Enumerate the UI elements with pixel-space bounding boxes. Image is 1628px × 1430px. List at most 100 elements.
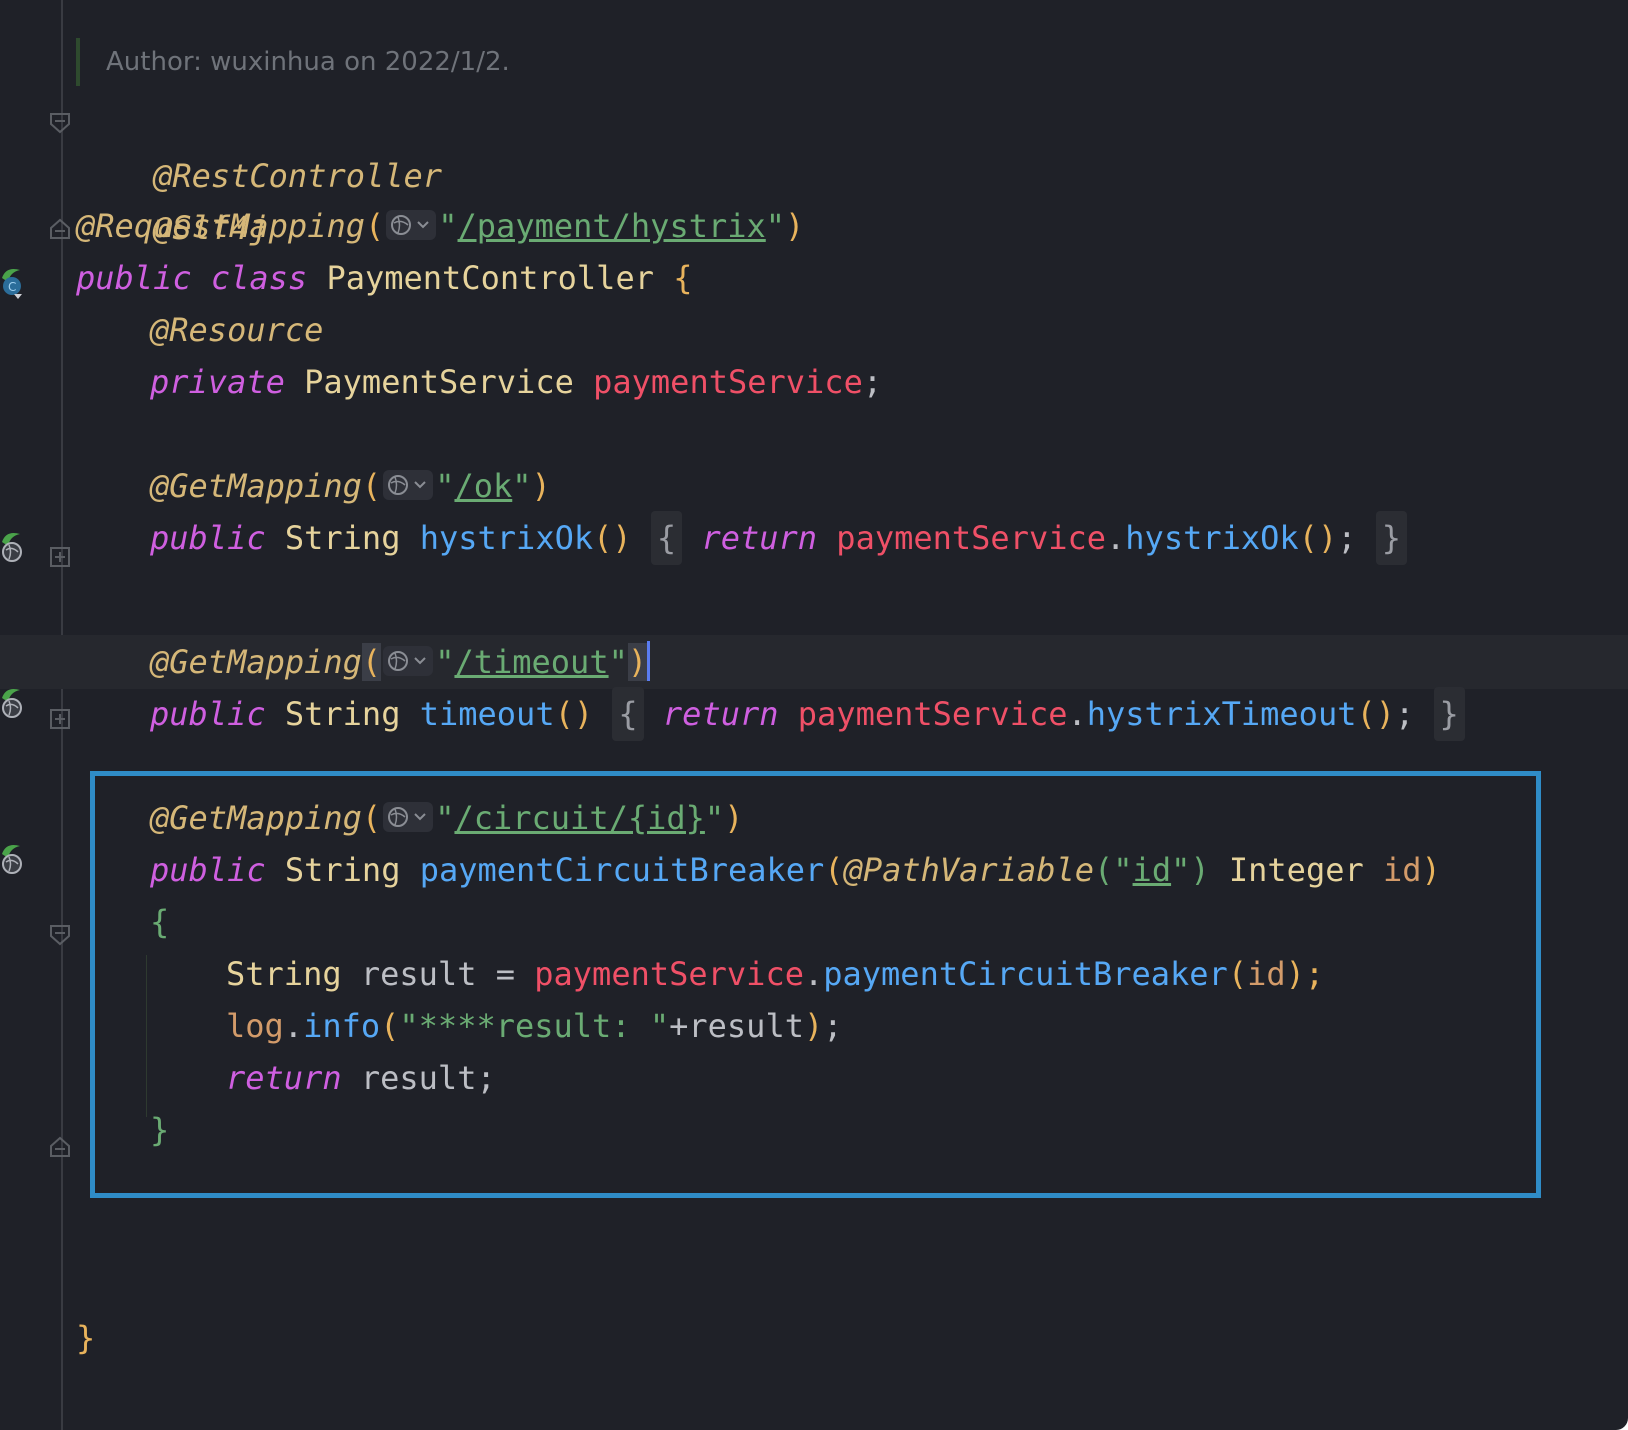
folded-brace[interactable]: }: [1433, 687, 1465, 741]
code-line[interactable]: String result = paymentService.paymentCi…: [226, 947, 1324, 1001]
svg-text:C: C: [8, 280, 16, 294]
type-name: Integer: [1228, 851, 1364, 889]
quote: ": [435, 799, 455, 837]
fold-collapse-icon[interactable]: [49, 218, 71, 240]
annotation: @PathVariable: [843, 851, 1095, 889]
web-endpoint-icon[interactable]: [0, 686, 28, 722]
fold-collapse-icon[interactable]: [49, 924, 71, 946]
url-path-link[interactable]: /ok: [454, 467, 512, 505]
web-endpoint-icon[interactable]: [0, 842, 28, 878]
dot: .: [283, 1007, 304, 1045]
variable-name: result: [360, 955, 477, 993]
dot: .: [1106, 519, 1126, 557]
paren: ): [1190, 851, 1210, 889]
code-line[interactable]: public class PaymentController {: [76, 251, 693, 305]
paren: (): [593, 519, 632, 557]
indent-guide: [146, 955, 147, 1117]
paren: ): [531, 467, 551, 505]
code-line[interactable]: public String paymentCircuitBreaker(@Pat…: [150, 843, 1441, 897]
semicolon: ;: [823, 1007, 843, 1045]
brace: {: [673, 259, 693, 297]
code-line[interactable]: @GetMapping("/timeout"): [150, 635, 651, 689]
string-literal: "****result: ": [399, 1007, 670, 1045]
type-name: String: [284, 695, 401, 733]
class-name: PaymentController: [326, 259, 654, 297]
type-name: String: [284, 519, 401, 557]
code-line[interactable]: {: [150, 895, 169, 949]
code-line[interactable]: }: [150, 1103, 169, 1157]
quote: ": [512, 467, 532, 505]
paren: ): [724, 799, 744, 837]
code-line[interactable]: public String hystrixOk() { return payme…: [150, 511, 1407, 565]
semicolon: ;: [476, 1059, 496, 1097]
code-line[interactable]: @GetMapping("/circuit/{id}"): [150, 791, 743, 845]
paren: (: [1094, 851, 1114, 889]
code-line[interactable]: return result;: [226, 1051, 496, 1105]
paren: (: [361, 799, 382, 837]
keyword: return: [662, 695, 779, 733]
quote: ": [438, 207, 458, 245]
keyword: public: [150, 851, 266, 889]
quote: ": [1113, 851, 1133, 889]
code-editor[interactable]: { "editor": { "author_comment": "Author:…: [0, 0, 1628, 1430]
folded-brace[interactable]: }: [1375, 511, 1407, 565]
code-line[interactable]: log.info("****result: "+result);: [226, 999, 843, 1053]
method-name: hystrixTimeout: [1086, 695, 1357, 733]
method-name: info: [303, 1007, 381, 1045]
url-path-link[interactable]: /timeout: [454, 643, 608, 681]
code-line[interactable]: @RequestMapping("/payment/hystrix"): [76, 199, 804, 253]
method-name: timeout: [419, 695, 555, 733]
code-line[interactable]: @GetMapping("/ok"): [150, 459, 551, 513]
parameter-name: id: [1383, 851, 1422, 889]
paren: (: [824, 851, 844, 889]
fold-expand-icon[interactable]: [49, 546, 71, 568]
paren: (): [1356, 695, 1395, 733]
fold-expand-icon[interactable]: [49, 708, 71, 730]
method-name: hystrixOk: [419, 519, 594, 557]
paren: );: [1285, 955, 1325, 993]
fold-collapse-icon[interactable]: [49, 112, 71, 134]
quote: ": [435, 467, 455, 505]
keyword: public: [76, 259, 192, 297]
quote: ": [608, 643, 628, 681]
code-line[interactable]: @Slf4j: [76, 147, 269, 247]
semicolon: ;: [862, 363, 883, 401]
keyword: private: [150, 363, 285, 401]
folded-brace[interactable]: {: [650, 511, 683, 565]
globe-dropdown-icon[interactable]: [383, 646, 434, 676]
code-line[interactable]: public String timeout() { return payment…: [150, 687, 1465, 741]
method-name: paymentCircuitBreaker: [419, 851, 825, 889]
code-line[interactable]: private PaymentService paymentService;: [150, 355, 882, 409]
globe-dropdown-icon[interactable]: [383, 802, 434, 832]
paren: (: [380, 1007, 400, 1045]
field-name: paymentService: [534, 955, 804, 993]
spring-bean-icon[interactable]: C: [0, 264, 28, 300]
globe-dropdown-icon[interactable]: [383, 470, 434, 500]
text-caret: [647, 641, 651, 681]
annotation: @GetMapping: [150, 467, 362, 505]
method-name: hystrixOk: [1125, 519, 1299, 557]
field-name: paymentService: [836, 519, 1107, 557]
paren: (): [554, 695, 594, 733]
folded-brace[interactable]: {: [612, 687, 644, 741]
quote: ": [765, 207, 786, 245]
fold-collapse-icon[interactable]: [49, 1136, 71, 1158]
annotation: @GetMapping: [150, 643, 362, 681]
code-line[interactable]: @RestController: [76, 95, 442, 195]
dot: .: [803, 955, 824, 993]
url-path-link[interactable]: /circuit/{id}: [454, 799, 704, 837]
operator: +: [669, 1007, 689, 1045]
web-endpoint-icon[interactable]: [0, 530, 28, 566]
brace: }: [150, 1111, 170, 1149]
url-path-link[interactable]: /payment/hystrix: [458, 207, 766, 245]
field-name: paymentService: [797, 695, 1068, 733]
variable-name: result: [688, 1007, 804, 1045]
code-line[interactable]: @Resource: [150, 303, 323, 357]
string-literal[interactable]: id: [1133, 851, 1172, 889]
globe-dropdown-icon[interactable]: [386, 210, 437, 240]
keyword: class: [210, 259, 308, 297]
matched-paren: ): [627, 643, 648, 681]
paren: (: [364, 207, 385, 245]
keyword: public: [150, 695, 266, 733]
code-line[interactable]: }: [76, 1311, 95, 1365]
